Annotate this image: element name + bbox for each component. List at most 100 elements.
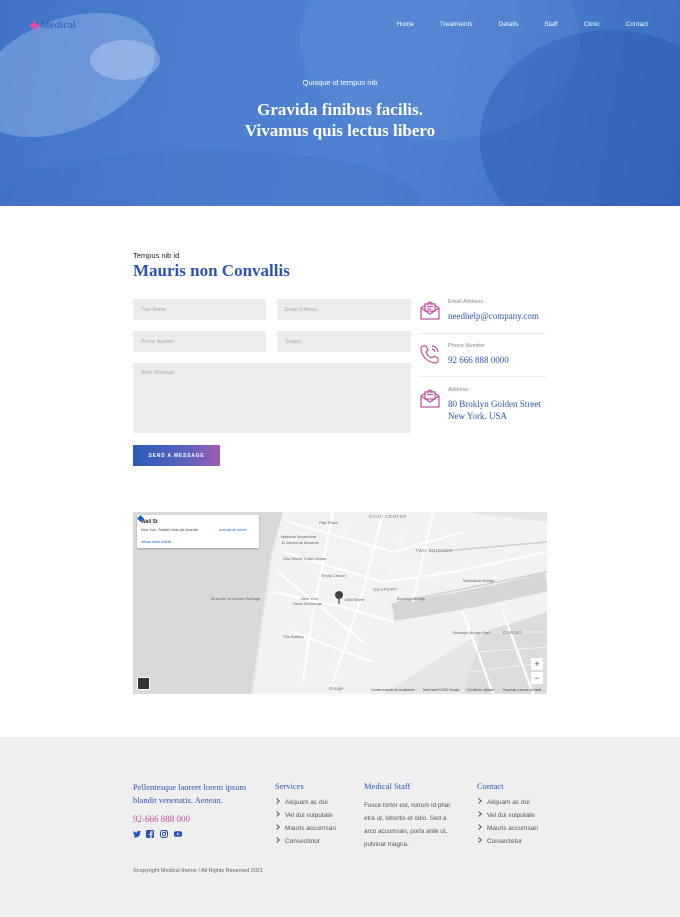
footer-link-label: Consectetur: [285, 838, 321, 845]
email-value[interactable]: needhelp@company.com: [448, 310, 539, 322]
map-label-pike-place: Pike Place: [319, 520, 338, 525]
map-place-card: Wall St New York, Statele Unite ale Amer…: [137, 515, 259, 548]
email-input[interactable]: [277, 299, 411, 320]
map-zoom-out-button[interactable]: −: [531, 672, 543, 684]
map-place-address: New York, Statele Unite ale Americii: [141, 528, 199, 532]
footer-services-item[interactable]: Vel dui vulputate: [274, 811, 336, 825]
footer-phone[interactable]: 92-666 888 000: [133, 814, 190, 824]
phone-input[interactable]: [133, 331, 266, 352]
map-label-dumbo: DUMBO: [503, 630, 523, 635]
footer-contact-item[interactable]: Consectetur: [476, 837, 538, 851]
hero-title-line2: Vivamus quis lectus libero: [244, 121, 436, 140]
footer-link-label: Vel dui vulputate: [285, 812, 333, 819]
email-label: Email Address: [448, 299, 484, 305]
footer-staff-line: pulvinar magna.: [364, 841, 409, 848]
map-label-wall-street: Wall Street: [345, 597, 365, 602]
footer-link-label: Mauris accumsan: [487, 825, 538, 832]
brand-name: Medical: [40, 19, 77, 31]
map-label-museum: Museum of Jewish Heritage: [211, 596, 261, 601]
map-label-stock-exchange: Stock Exchange: [293, 601, 322, 606]
hero-title-line1: Gravida finibus facilis.: [257, 100, 423, 119]
hero-title: Gravida finibus facilis. Vivamus quis le…: [0, 99, 680, 141]
footer-contact-list: Aliquam ac dui Vel dui vulputate Mauris …: [476, 798, 538, 851]
nav-item-home[interactable]: Home: [397, 21, 414, 28]
footer-about-line1: Pellentesque laoreet lorem ipsum: [133, 782, 247, 792]
chevron-right-icon: [274, 837, 280, 843]
map-terms-link[interactable]: Condiții de utilizare: [467, 688, 494, 692]
send-message-button[interactable]: SEND A MESSAGE: [133, 445, 220, 466]
address-value: 80 Broklyn Golden Street New York. USA: [448, 398, 541, 422]
map-directions-link[interactable]: Indicații de orient...: [219, 528, 249, 532]
map-label-two-bridges: TWO BRIDGES: [415, 548, 453, 553]
youtube-icon[interactable]: [174, 830, 182, 838]
footer-services-item[interactable]: Consectetur: [274, 837, 336, 851]
nav-item-clinic[interactable]: Clinic: [584, 21, 600, 28]
chevron-right-icon: [476, 837, 482, 843]
map-report-link[interactable]: Raportați o eroare pe hartă: [503, 688, 541, 692]
instagram-icon[interactable]: [160, 830, 168, 838]
footer-contact-title: Contact: [477, 781, 504, 791]
hero-hand-shape: [90, 40, 160, 80]
copyright-text: ©copyright Medical theme / All Rights Re…: [133, 868, 264, 874]
contact-kicker: Tempus nib id: [133, 251, 180, 260]
footer-contact-item[interactable]: Aliquam ac dui: [476, 798, 538, 812]
message-textarea[interactable]: [133, 363, 411, 433]
map-label-national-september: National September: [281, 534, 317, 539]
facebook-icon[interactable]: [146, 830, 154, 838]
footer-link-label: Aliquam ac dui: [285, 799, 328, 806]
footer-staff-line: etra ut, lobortis et odio. Sed a: [364, 815, 447, 822]
google-logo: Google: [329, 686, 344, 691]
map-shortcuts-link[interactable]: Comenzi rapide de la tastatură: [371, 688, 414, 692]
envelope-icon: [420, 301, 440, 320]
nav-item-contact[interactable]: Contact: [626, 21, 648, 28]
footer-about: Pellentesque laoreet lorem ipsum blandit…: [133, 781, 263, 807]
nav-item-staff[interactable]: Staff: [544, 21, 557, 28]
footer-contact-item[interactable]: Mauris accumsan: [476, 824, 538, 838]
footer-link-label: Vel dui vulputate: [487, 812, 535, 819]
footer-link-label: Mauris accumsan: [285, 825, 336, 832]
footer-services-item[interactable]: Mauris accumsan: [274, 824, 336, 838]
map-streetview-icon[interactable]: [137, 677, 150, 690]
mail-open-icon: [420, 389, 440, 408]
address-line1: 80 Broklyn Golden Street: [448, 399, 541, 409]
phone-label: Phone Number: [448, 343, 485, 349]
chevron-right-icon: [476, 798, 482, 804]
footer-staff-line: Fusce tortor est, rutrum id phar: [364, 802, 451, 809]
chevron-right-icon: [476, 811, 482, 817]
subject-input[interactable]: [277, 331, 411, 352]
map-label-brooklyn-bridge: Brooklyn Bridge: [397, 596, 426, 601]
phone-value[interactable]: 92 666 888 0000: [448, 354, 509, 366]
medical-cross-icon: [30, 20, 39, 30]
footer-link-label: Consectetur: [487, 838, 523, 845]
hero-kicker: Quisque id tempus nib: [302, 78, 378, 87]
location-map[interactable]: CIVIC CENTER TWO BRIDGES SEAPORT DUMBO P…: [133, 512, 547, 694]
nav-item-details[interactable]: Details: [499, 21, 519, 28]
directions-icon[interactable]: [137, 515, 144, 522]
map-enlarge-link[interactable]: Afișați harta mărită: [141, 540, 171, 544]
map-label-battery: The Battery: [283, 634, 304, 639]
brand-logo[interactable]: Medical: [30, 19, 76, 31]
footer-staff-text: Fusce tortor est, rutrum id phar etra ut…: [364, 799, 464, 851]
footer-staff-line: arcu accumsan, porta ante ut,: [364, 828, 448, 835]
info-divider: [419, 376, 547, 377]
footer-services-list: Aliquam ac dui Vel dui vulputate Mauris …: [274, 798, 336, 851]
chevron-right-icon: [274, 824, 280, 830]
map-label-wtc: One World Trade Center: [283, 556, 327, 561]
twitter-icon[interactable]: [133, 830, 141, 838]
map-label-memorial: 11 Memorial Museum: [281, 540, 320, 545]
phone-icon: [420, 345, 439, 364]
hero-bottom-shape: [0, 150, 420, 206]
nav-item-treatments[interactable]: Treatments: [440, 21, 473, 28]
info-divider: [419, 333, 547, 334]
footer-contact-item[interactable]: Vel dui vulputate: [476, 811, 538, 825]
footer-services-item[interactable]: Aliquam ac dui: [274, 798, 336, 812]
map-zoom-in-button[interactable]: +: [531, 658, 543, 670]
address-line2: New York. USA: [448, 411, 508, 421]
info-address: Address 80 Broklyn Golden Street New Yor…: [419, 387, 547, 423]
name-input[interactable]: [133, 299, 266, 320]
address-label: Address: [448, 387, 469, 393]
info-email: Email Address needhelp@company.com: [419, 299, 547, 329]
contact-title: Mauris non Convallis: [133, 261, 290, 280]
footer-about-line2: blandit venenatis. Aenean.: [133, 795, 223, 805]
map-label-brooklyn-bridge-park: Brooklyn Bridge Park: [453, 630, 491, 635]
